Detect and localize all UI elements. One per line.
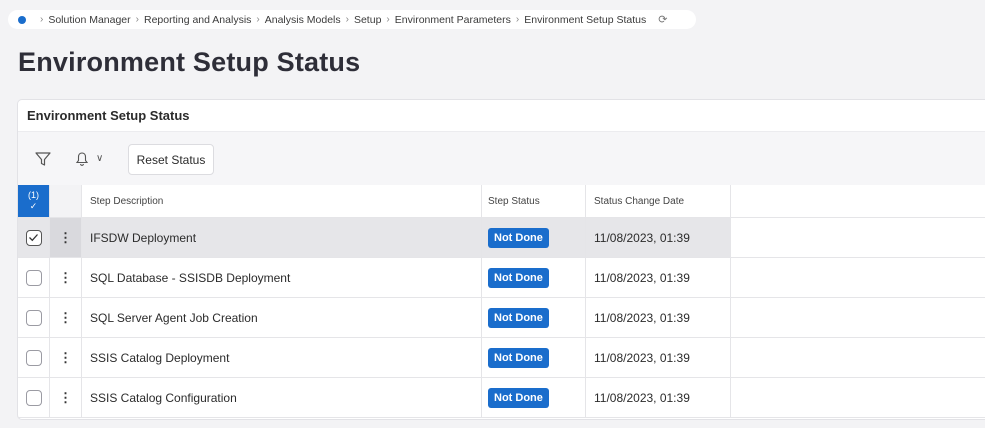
status-change-date: 11/08/2023, 01:39 (586, 218, 731, 257)
chevron-right-icon: › (256, 14, 260, 25)
breadcrumb: › Solution Manager › Reporting and Analy… (8, 10, 696, 29)
row-menu-cell[interactable]: ⋮ (50, 338, 82, 377)
row-menu-cell[interactable]: ⋮ (50, 378, 82, 417)
row-menu-cell[interactable]: ⋮ (50, 258, 82, 297)
table-header: (1) ✓ Step Description Step Status Statu… (18, 185, 985, 218)
row-checkbox[interactable] (25, 389, 42, 406)
chevron-right-icon: › (40, 14, 44, 25)
row-filler (731, 218, 985, 257)
row-checkbox-cell[interactable] (18, 378, 50, 417)
check-icon (29, 234, 38, 242)
row-filler (731, 298, 985, 337)
row-menu-cell[interactable]: ⋮ (50, 298, 82, 337)
notification-menu[interactable]: ∨ (74, 151, 103, 167)
status-badge: Not Done (488, 347, 549, 368)
status-badge: Not Done (488, 387, 549, 408)
reset-status-button[interactable]: Reset Status (128, 144, 214, 175)
status-cell: Not Done (482, 258, 586, 297)
date-text: 11/08/2023, 01:39 (594, 270, 690, 285)
breadcrumb-item-current: Environment Setup Status (524, 13, 647, 26)
bell-icon (75, 151, 89, 166)
row-filler (731, 258, 985, 297)
kebab-icon[interactable]: ⋮ (59, 351, 72, 364)
breadcrumb-item-reporting[interactable]: Reporting and Analysis (144, 14, 251, 26)
row-menu-cell[interactable]: ⋮ (50, 218, 82, 257)
row-checkbox[interactable] (25, 229, 42, 246)
row-checkbox-cell[interactable] (18, 258, 50, 297)
status-cell: Not Done (482, 218, 586, 257)
date-text: 11/08/2023, 01:39 (594, 310, 690, 325)
chevron-right-icon: › (386, 14, 390, 25)
column-header-step-description[interactable]: Step Description (82, 185, 482, 217)
filter-icon[interactable] (34, 150, 52, 168)
table-row[interactable]: ⋮ SSIS Catalog Configuration Not Done 11… (18, 378, 985, 418)
refresh-icon[interactable]: ⟳ (658, 13, 667, 26)
table-row[interactable]: ⋮ IFSDW Deployment Not Done 11/08/2023, … (18, 218, 985, 258)
date-text: 11/08/2023, 01:39 (594, 350, 690, 365)
setup-status-panel: Environment Setup Status ∨ Reset Status … (17, 99, 985, 420)
header-filler (731, 185, 985, 217)
status-badge: Not Done (488, 307, 549, 328)
step-description: SQL Database - SSISDB Deployment (82, 258, 482, 297)
selection-count: (1) (28, 190, 39, 201)
status-badge: Not Done (488, 267, 549, 288)
home-dot-icon[interactable] (18, 15, 26, 24)
row-checkbox[interactable] (25, 309, 42, 326)
panel-title: Environment Setup Status (18, 100, 985, 132)
toolbar: ∨ Reset Status (18, 132, 985, 185)
status-change-date: 11/08/2023, 01:39 (586, 258, 731, 297)
row-filler (731, 378, 985, 417)
step-description: SSIS Catalog Configuration (82, 378, 482, 417)
kebab-icon[interactable]: ⋮ (59, 271, 72, 284)
chevron-right-icon: › (345, 14, 349, 25)
row-filler (731, 338, 985, 377)
column-header-status-change-date[interactable]: Status Change Date (586, 185, 731, 217)
kebab-icon[interactable]: ⋮ (59, 311, 72, 324)
column-header-step-status[interactable]: Step Status (482, 185, 586, 217)
status-badge: Not Done (488, 227, 549, 248)
page-title: Environment Setup Status (18, 47, 361, 77)
table-row[interactable]: ⋮ SSIS Catalog Deployment Not Done 11/08… (18, 338, 985, 378)
status-change-date: 11/08/2023, 01:39 (586, 338, 731, 377)
table-row[interactable]: ⋮ SQL Server Agent Job Creation Not Done… (18, 298, 985, 338)
status-cell: Not Done (482, 298, 586, 337)
row-checkbox-cell[interactable] (18, 218, 50, 257)
step-description: SSIS Catalog Deployment (82, 338, 482, 377)
status-table: (1) ✓ Step Description Step Status Statu… (18, 185, 985, 418)
status-cell: Not Done (482, 338, 586, 377)
kebab-icon[interactable]: ⋮ (59, 231, 72, 244)
breadcrumb-item-solution-manager[interactable]: Solution Manager (48, 14, 130, 26)
select-all-checkbox[interactable]: (1) ✓ (18, 185, 50, 217)
row-checkbox-cell[interactable] (18, 298, 50, 337)
chevron-right-icon: › (135, 14, 139, 25)
breadcrumb-item-analysis-models[interactable]: Analysis Models (265, 14, 341, 26)
breadcrumb-item-setup[interactable]: Setup (354, 14, 381, 26)
step-description: SQL Server Agent Job Creation (82, 298, 482, 337)
chevron-down-icon: ∨ (96, 153, 104, 164)
status-cell: Not Done (482, 378, 586, 417)
step-description: IFSDW Deployment (82, 218, 482, 257)
row-checkbox[interactable] (25, 349, 42, 366)
header-menu-cell (50, 185, 82, 217)
table-row[interactable]: ⋮ SQL Database - SSISDB Deployment Not D… (18, 258, 985, 298)
breadcrumb-item-environment-parameters[interactable]: Environment Parameters (395, 14, 511, 26)
date-text: 11/08/2023, 01:39 (594, 230, 690, 245)
kebab-icon[interactable]: ⋮ (59, 391, 72, 404)
status-change-date: 11/08/2023, 01:39 (586, 378, 731, 417)
check-icon: ✓ (29, 201, 38, 211)
row-checkbox[interactable] (25, 269, 42, 286)
status-change-date: 11/08/2023, 01:39 (586, 298, 731, 337)
chevron-right-icon: › (515, 14, 520, 25)
date-text: 11/08/2023, 01:39 (594, 390, 690, 405)
row-checkbox-cell[interactable] (18, 338, 50, 377)
